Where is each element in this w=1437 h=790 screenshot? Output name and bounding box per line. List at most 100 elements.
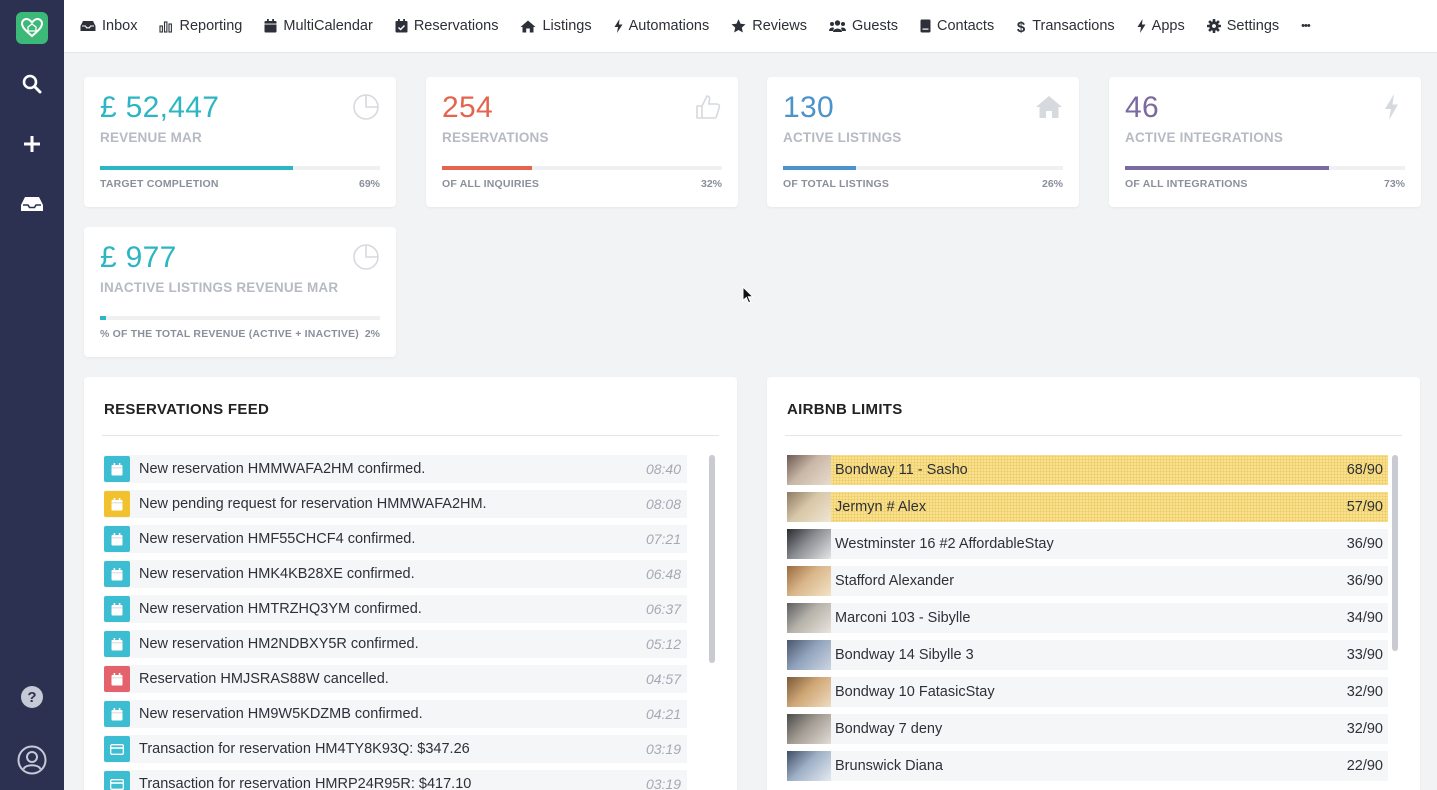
limit-row[interactable]: Westminster 16 #2 AffordableStay 36/90 bbox=[787, 529, 1388, 559]
stat-percent: 73% bbox=[1383, 178, 1405, 190]
listing-name: Stafford Alexander bbox=[835, 573, 955, 589]
inbox-icon bbox=[80, 21, 96, 31]
calendar-icon bbox=[104, 631, 130, 657]
limit-value: 33/90 bbox=[1346, 647, 1383, 663]
plus-icon[interactable] bbox=[16, 128, 48, 160]
feed-item[interactable]: New reservation HM9W5KDZMB confirmed. 04:… bbox=[104, 700, 687, 728]
feed-scrollbar[interactable] bbox=[709, 455, 715, 663]
feed-item-time: 08:08 bbox=[645, 496, 681, 512]
nav-label: MultiCalendar bbox=[283, 18, 373, 34]
logo-icon[interactable] bbox=[16, 12, 48, 44]
feed-item-text: Transaction for reservation HMRP24R95R: … bbox=[139, 776, 472, 790]
nav-contacts[interactable]: Contacts bbox=[920, 18, 994, 34]
limit-row[interactable]: Brunswick Diana 22/90 bbox=[787, 751, 1388, 781]
limit-value: 22/90 bbox=[1346, 758, 1383, 774]
nav-label: Reservations bbox=[413, 18, 499, 34]
listing-thumbnail bbox=[787, 640, 831, 670]
nav-reporting[interactable]: Reporting bbox=[159, 18, 242, 34]
feed-item-text: New reservation HM2NDBXY5R confirmed. bbox=[139, 636, 419, 652]
limits-scrollbar[interactable] bbox=[1392, 455, 1398, 651]
nav-settings[interactable]: Settings bbox=[1206, 18, 1280, 34]
listing-name: Bondway 14 Sibylle 3 bbox=[835, 647, 974, 663]
stat-card-integrations: 46 ACTIVE INTEGRATIONS OF ALL INTEGRATIO… bbox=[1109, 77, 1421, 207]
nav-automations[interactable]: Automations bbox=[614, 18, 710, 34]
nav-inbox[interactable]: Inbox bbox=[80, 18, 137, 34]
airbnb-limits-panel: AIRBNB LIMITS Bondway 11 - Sasho 68/90 Jer… bbox=[767, 377, 1420, 790]
listing-name: Bondway 7 deny bbox=[835, 721, 943, 737]
feed-item[interactable]: New reservation HMMWAFA2HM confirmed. 08:… bbox=[104, 455, 687, 483]
calendar-icon bbox=[104, 456, 130, 482]
limit-row[interactable]: Bondway 7 deny 32/90 bbox=[787, 714, 1388, 744]
stat-value: 254 bbox=[442, 91, 493, 124]
limit-row[interactable]: Jermyn # Alex 57/90 bbox=[787, 492, 1388, 522]
nav-label: Automations bbox=[628, 18, 710, 34]
panel-title: RESERVATIONS FEED bbox=[104, 401, 270, 418]
listing-thumbnail bbox=[787, 492, 831, 522]
stat-footer: OF ALL INTEGRATIONS bbox=[1125, 178, 1248, 190]
nav-label: Reporting bbox=[179, 18, 243, 34]
svg-text:?: ? bbox=[27, 689, 36, 706]
limit-value: 32/90 bbox=[1346, 684, 1383, 700]
feed-item[interactable]: New pending request for reservation HMMW… bbox=[104, 490, 687, 518]
thumbs-up-icon bbox=[696, 95, 721, 119]
feed-item[interactable]: Transaction for reservation HM4TY8K93Q: … bbox=[104, 735, 687, 763]
top-nav: Inbox Reporting MultiCalendar Reservatio… bbox=[64, 0, 1437, 53]
feed-item[interactable]: Reservation HMJSRAS88W cancelled. 04:57 bbox=[104, 665, 687, 693]
listing-thumbnail bbox=[787, 751, 831, 781]
nav-guests[interactable]: Guests bbox=[829, 18, 898, 34]
feed-item-text: Reservation HMJSRAS88W cancelled. bbox=[139, 671, 389, 687]
limit-value: 32/90 bbox=[1346, 721, 1383, 737]
nav-more-button[interactable]: ••• bbox=[1301, 20, 1311, 32]
nav-apps[interactable]: Apps bbox=[1137, 18, 1185, 34]
feed-item-time: 03:19 bbox=[645, 741, 681, 757]
home-icon bbox=[520, 20, 536, 32]
nav-reservations[interactable]: Reservations bbox=[395, 18, 499, 34]
search-icon[interactable] bbox=[16, 68, 48, 100]
limit-row[interactable]: Bondway 14 Sibylle 3 33/90 bbox=[787, 640, 1388, 670]
progress-track bbox=[100, 166, 380, 170]
stat-card-listings: 130 ACTIVE LISTINGS OF TOTAL LISTINGS 26… bbox=[767, 77, 1079, 207]
feed-item-time: 04:21 bbox=[645, 706, 681, 722]
limit-row[interactable]: Bondway 11 - Sasho 68/90 bbox=[787, 455, 1388, 485]
limit-row[interactable]: Marconi 103 - Sibylle 34/90 bbox=[787, 603, 1388, 633]
listing-thumbnail bbox=[787, 566, 831, 596]
feed-item-text: New reservation HMF55CHCF4 confirmed. bbox=[139, 531, 416, 547]
mouse-cursor-icon bbox=[742, 286, 754, 304]
stat-footer: TARGET COMPLETION bbox=[100, 178, 219, 190]
nav-transactions[interactable]: $ Transactions bbox=[1016, 18, 1115, 34]
nav-multicalendar[interactable]: MultiCalendar bbox=[264, 18, 373, 34]
progress-track bbox=[100, 316, 380, 320]
user-icon[interactable] bbox=[16, 744, 48, 776]
calendar-icon bbox=[104, 666, 130, 692]
feed-item[interactable]: New reservation HM2NDBXY5R confirmed. 05:… bbox=[104, 630, 687, 658]
nav-reviews[interactable]: Reviews bbox=[731, 18, 807, 34]
limit-row[interactable]: Stafford Alexander 36/90 bbox=[787, 566, 1388, 596]
scrollbar-thumb[interactable] bbox=[709, 455, 715, 663]
feed-item-time: 06:37 bbox=[645, 601, 681, 617]
calendar-icon bbox=[104, 596, 130, 622]
nav-listings[interactable]: Listings bbox=[520, 18, 592, 34]
feed-item[interactable]: New reservation HMF55CHCF4 confirmed. 07:… bbox=[104, 525, 687, 553]
progress-fill bbox=[783, 166, 856, 170]
feed-item-text: New reservation HMK4KB28XE confirmed. bbox=[139, 566, 415, 582]
help-icon[interactable]: ? bbox=[16, 681, 48, 713]
calendar-check-icon bbox=[395, 19, 408, 33]
listing-name: Marconi 103 - Sibylle bbox=[835, 610, 971, 626]
nav-label: Settings bbox=[1226, 18, 1280, 34]
address-book-icon bbox=[920, 19, 931, 33]
limit-value: 34/90 bbox=[1346, 610, 1383, 626]
stat-percent: 32% bbox=[700, 178, 722, 190]
dollar-icon: $ bbox=[1017, 19, 1026, 34]
feed-item[interactable]: New reservation HMTRZHQ3YM confirmed. 06:… bbox=[104, 595, 687, 623]
inbox-icon[interactable] bbox=[16, 188, 48, 220]
listing-name: Westminster 16 #2 AffordableStay bbox=[835, 536, 1054, 552]
feed-item[interactable]: Transaction for reservation HMRP24R95R: … bbox=[104, 770, 687, 790]
feed-item-time: 03:19 bbox=[645, 776, 681, 790]
nav-label: Apps bbox=[1151, 18, 1185, 34]
progress-fill bbox=[100, 316, 106, 320]
stat-value: £ 52,447 bbox=[100, 91, 220, 124]
scrollbar-thumb[interactable] bbox=[1392, 455, 1398, 651]
feed-item[interactable]: New reservation HMK4KB28XE confirmed. 06:… bbox=[104, 560, 687, 588]
stat-footer: OF TOTAL LISTINGS bbox=[783, 178, 890, 190]
limit-row[interactable]: Bondway 10 FatasicStay 32/90 bbox=[787, 677, 1388, 707]
